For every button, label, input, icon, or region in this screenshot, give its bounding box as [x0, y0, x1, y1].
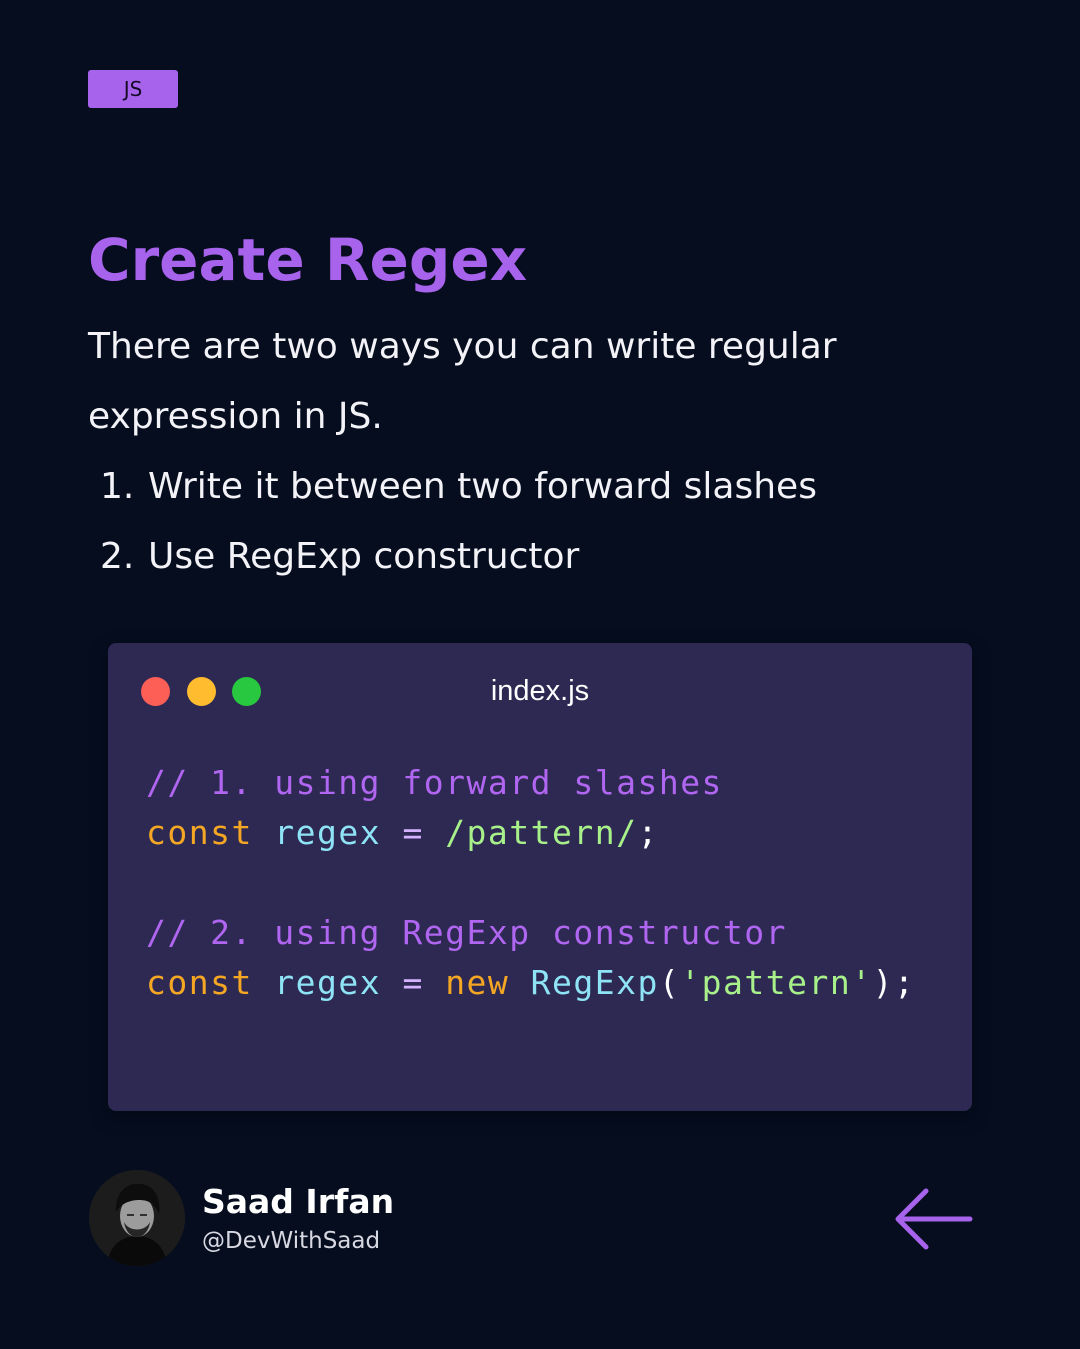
- code-token-new: new: [445, 963, 531, 1002]
- code-token-op: =: [402, 813, 446, 852]
- code-token-keyword: const: [146, 963, 275, 1002]
- code-line: const regex = new RegExp('pattern');: [146, 958, 915, 1008]
- back-arrow-button[interactable]: [892, 1186, 974, 1252]
- step-number: 2.: [100, 536, 135, 577]
- code-token-comment: // 2. using RegExp constructor: [146, 913, 788, 952]
- list-item: 2. Use RegExp constructor: [100, 522, 817, 592]
- code-token-keyword: const: [146, 813, 275, 852]
- code-token-str: 'pattern': [680, 963, 873, 1002]
- file-name: index.js: [490, 675, 590, 707]
- avatar: [89, 1170, 185, 1266]
- step-text: Write it between two forward slashes: [148, 466, 817, 507]
- intro-text: There are two ways you can write regular…: [88, 326, 837, 437]
- code-token-punc: );: [872, 963, 916, 1002]
- code-token-class: RegExp: [530, 963, 659, 1002]
- author-handle: @DevWithSaad: [202, 1228, 381, 1254]
- code-block: // 1. using forward slashes const regex =…: [146, 758, 915, 1008]
- code-token-op: =: [402, 963, 446, 1002]
- list-item: 1. Write it between two forward slashes: [100, 452, 817, 522]
- page-title: Create Regex: [88, 226, 528, 294]
- code-line: const regex = /pattern/;: [146, 808, 915, 858]
- steps-list: 1. Write it between two forward slashes 2…: [100, 452, 817, 592]
- code-token-punc: ;: [637, 813, 659, 852]
- avatar-photo: [89, 1170, 185, 1266]
- code-token-punc: (: [658, 963, 681, 1002]
- code-token-var: regex: [274, 963, 403, 1002]
- code-line: // 1. using forward slashes: [146, 758, 915, 808]
- arrow-left-icon: [895, 1188, 973, 1250]
- code-line: // 2. using RegExp constructor: [146, 908, 915, 958]
- code-window: index.js // 1. using forward slashes cons…: [108, 643, 972, 1111]
- step-number: 1.: [100, 466, 135, 507]
- code-token-var: regex: [274, 813, 403, 852]
- code-token-regex: /pattern/: [445, 813, 638, 852]
- code-token-comment: // 1. using forward slashes: [146, 763, 723, 802]
- step-text: Use RegExp constructor: [148, 536, 580, 577]
- author-name: Saad Irfan: [202, 1182, 395, 1221]
- language-badge: JS: [88, 70, 178, 108]
